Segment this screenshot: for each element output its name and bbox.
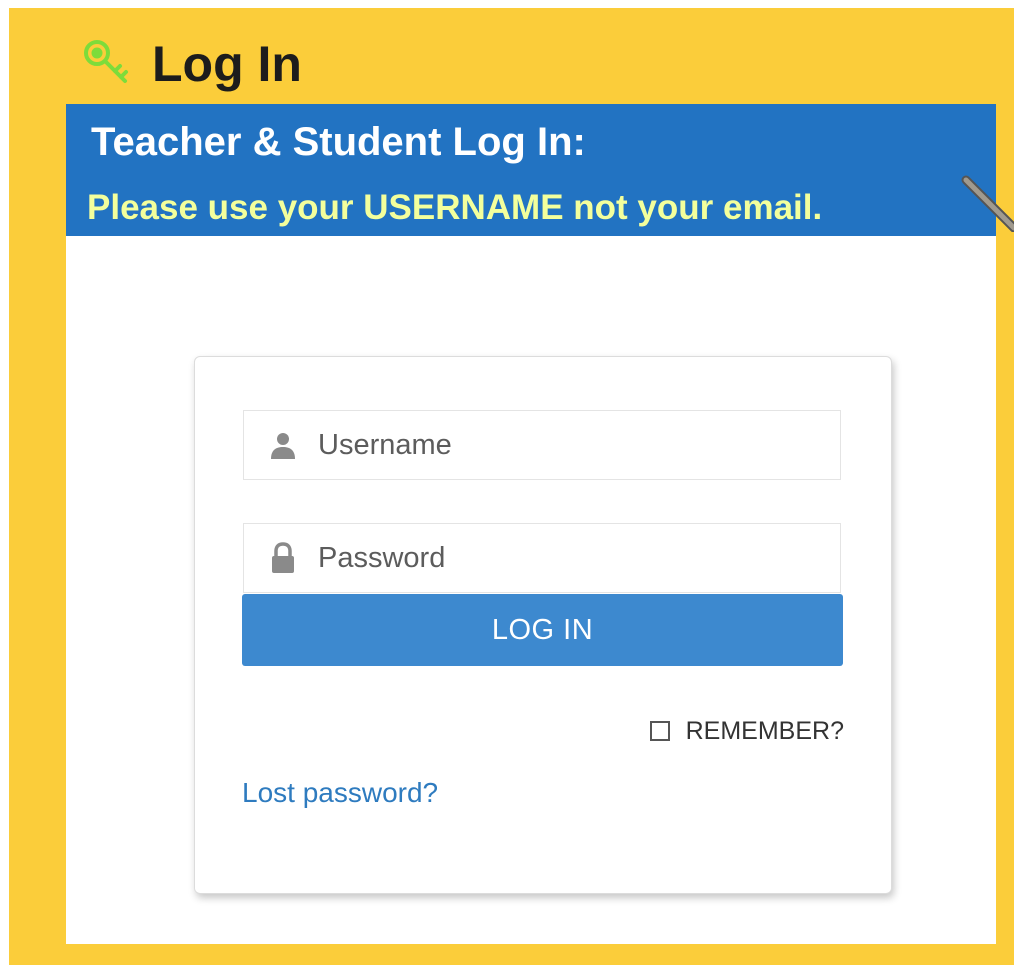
login-heading: Log In [80,34,302,94]
login-banner: Teacher & Student Log In: Please use you… [66,104,996,236]
page-title: Log In [152,36,302,92]
banner-subtitle: Please use your USERNAME not your email. [87,188,823,227]
banner-title: Teacher & Student Log In: [91,120,586,164]
pencil-decoration [961,175,1014,232]
remember-checkbox[interactable] [649,721,670,741]
lost-password-link[interactable]: Lost password? [242,777,438,809]
key-icon [84,40,128,83]
login-card: LOG IN REMEMBER? Lost password? [194,356,892,894]
password-input[interactable] [318,528,818,588]
login-button[interactable]: LOG IN [242,594,843,666]
user-icon [271,433,295,459]
password-field[interactable] [243,523,841,593]
username-input[interactable] [318,415,818,475]
remember-me[interactable]: REMEMBER? [649,713,844,749]
remember-label: REMEMBER? [685,716,844,745]
lock-icon [272,542,294,573]
username-field[interactable] [243,410,841,480]
page: Log In Teacher & Student Log In: Please … [0,0,1014,965]
